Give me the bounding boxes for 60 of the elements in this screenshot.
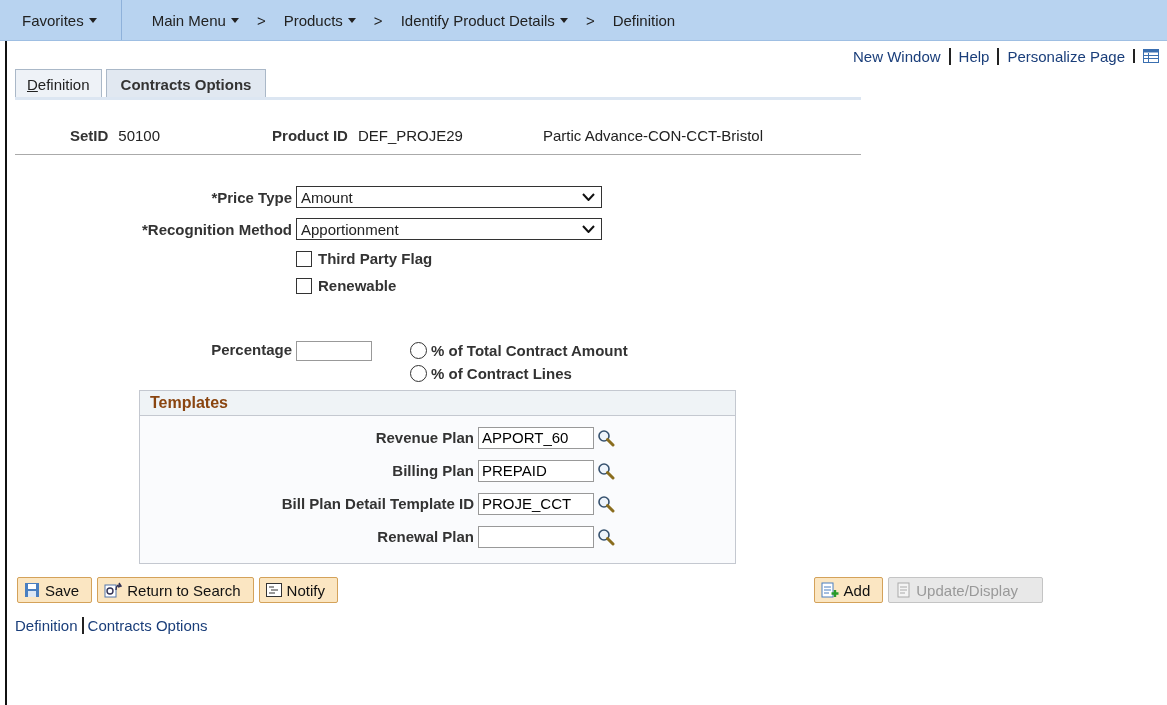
tab[interactable]: Definition: [15, 69, 102, 97]
document-search-icon: [104, 582, 123, 598]
field-label: Bill Plan Detail Template ID: [280, 495, 474, 512]
toolbar-button[interactable]: Return to Search: [97, 577, 254, 603]
nav-menu-item[interactable]: Main Menu: [139, 0, 251, 40]
field-label: Percentage: [210, 341, 292, 358]
note-icon: [265, 583, 282, 597]
caret-icon: [230, 17, 239, 23]
header-link[interactable]: Help: [948, 47, 998, 65]
page-link[interactable]: Definition: [15, 617, 78, 634]
setid-value: 50100: [118, 127, 161, 144]
breadcrumb-separator: >: [584, 11, 596, 29]
caret-icon: [347, 17, 356, 23]
add-document-icon: [820, 582, 839, 598]
search-icon[interactable]: [597, 428, 615, 447]
field-label: Renewal Plan: [376, 528, 474, 545]
document-icon: [895, 582, 912, 598]
toolbar-button[interactable]: Save: [17, 577, 93, 603]
checkbox-label: Third Party Flag: [318, 250, 433, 267]
percentage-field[interactable]: [296, 341, 372, 361]
dropdown-field[interactable]: Apportionment: [296, 218, 602, 240]
product-id-label: Product ID: [272, 127, 348, 144]
input-field[interactable]: [478, 525, 594, 548]
radio-label: % of Total Contract Amount: [431, 342, 628, 359]
product-id-value: DEF_PROJE29: [357, 127, 463, 144]
dropdown-field[interactable]: Amount: [296, 186, 602, 208]
input-field[interactable]: PREPAID: [478, 459, 594, 482]
input-field[interactable]: PROJE_CCT: [478, 492, 594, 515]
search-icon[interactable]: [597, 494, 615, 513]
breadcrumb-separator: >: [255, 11, 267, 29]
chevron-icon: [582, 193, 595, 201]
product-description: Partic Advance-CON-CCT-Bristol: [542, 127, 763, 144]
checkbox[interactable]: [296, 250, 312, 267]
field-label: Revenue Plan: [374, 429, 474, 446]
field-label: *Price Type: [210, 188, 292, 206]
checkbox-label: Renewable: [318, 277, 397, 294]
panel-title: Templates: [150, 394, 228, 411]
search-icon[interactable]: [597, 461, 615, 480]
search-icon[interactable]: [597, 527, 615, 546]
table-icon[interactable]: [1143, 49, 1159, 63]
caret-icon: [88, 17, 97, 23]
caret-icon: [559, 17, 568, 23]
nav-menu-item[interactable]: Definition: [600, 0, 688, 40]
tab[interactable]: Contracts Options: [105, 69, 267, 97]
header-link[interactable]: Personalize Page: [997, 47, 1133, 65]
nav-menu-item[interactable]: Favorites: [0, 0, 122, 40]
page-link[interactable]: Contracts Options: [81, 617, 208, 634]
setid-label: SetID: [70, 127, 109, 144]
checkbox[interactable]: [296, 277, 312, 294]
breadcrumb-separator: >: [372, 11, 384, 29]
input-field[interactable]: APPORT_60: [478, 426, 594, 449]
nav-menu-item[interactable]: Identify Product Details: [388, 0, 580, 40]
toolbar-button[interactable]: Notify: [258, 577, 338, 603]
field-label: *Recognition Method: [141, 220, 292, 238]
toolbar-button[interactable]: Add: [813, 577, 884, 603]
header-link[interactable]: New Window: [845, 47, 949, 65]
chevron-icon: [582, 225, 595, 233]
nav-menu-item[interactable]: Products: [271, 0, 368, 40]
field-label: Billing Plan: [391, 462, 474, 479]
radio-label: % of Contract Lines: [431, 365, 572, 382]
